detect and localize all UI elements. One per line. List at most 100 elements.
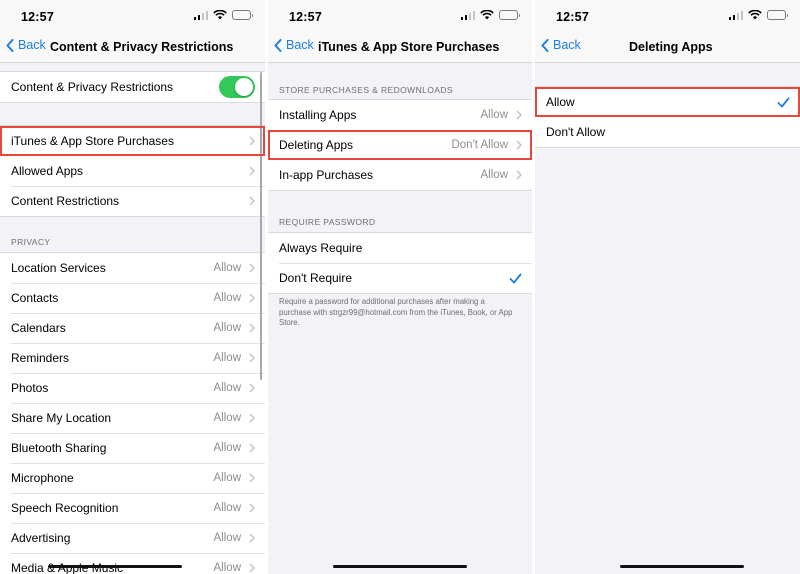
status-icons [193, 10, 253, 20]
options-group: Allow Don't Allow [535, 86, 800, 148]
row-value: Allow [213, 292, 241, 304]
chevron-right-icon [249, 533, 255, 543]
row-bluetooth-sharing[interactable]: Bluetooth Sharing Allow [0, 433, 265, 463]
home-indicator[interactable] [333, 565, 467, 568]
status-icons [728, 10, 788, 20]
chevron-left-icon [274, 38, 282, 52]
row-value: Don't Allow [451, 139, 508, 151]
status-icons [460, 10, 520, 20]
row-reminders[interactable]: Reminders Allow [0, 343, 265, 373]
wifi-icon [480, 10, 494, 20]
row-installing-apps[interactable]: Installing Apps Allow [268, 100, 532, 130]
row-photos[interactable]: Photos Allow [0, 373, 265, 403]
row-label: Photos [11, 381, 49, 395]
battery-icon [232, 10, 253, 20]
row-value: Allow [213, 472, 241, 484]
row-label: Calendars [11, 321, 66, 335]
row-label: Installing Apps [279, 108, 357, 122]
password-footer-note: Require a password for additional purcha… [279, 297, 513, 327]
row-label: Don't Require [279, 271, 352, 285]
status-bar: 12:57 [0, 0, 265, 30]
battery-icon [499, 10, 520, 20]
row-label: Bluetooth Sharing [11, 441, 107, 455]
chevron-right-icon [249, 563, 255, 573]
page-title: iTunes & App Store Purchases [318, 40, 500, 54]
row-calendars[interactable]: Calendars Allow [0, 313, 265, 343]
page-title: Content & Privacy Restrictions [50, 40, 234, 54]
store-group: Installing Apps Allow Deleting Apps Don't … [268, 99, 532, 191]
wifi-icon [748, 10, 762, 20]
row-content-restrictions[interactable]: Content Restrictions [0, 186, 265, 216]
page-title: Deleting Apps [629, 40, 713, 54]
row-value: Allow [480, 109, 508, 121]
row-share-my-location[interactable]: Share My Location Allow [0, 403, 265, 433]
row-value: Allow [213, 442, 241, 454]
chevron-right-icon [249, 503, 255, 513]
nav-bar: Back iTunes & App Store Purchases [268, 30, 532, 63]
restrictions-group: iTunes & App Store Purchases Allowed App… [0, 125, 265, 217]
chevron-left-icon [541, 38, 549, 52]
wifi-icon [213, 10, 227, 20]
chevron-right-icon [249, 196, 255, 206]
chevron-right-icon [249, 473, 255, 483]
row-label: Allow [546, 95, 575, 109]
option-allow[interactable]: Allow [535, 87, 800, 117]
row-value: Allow [213, 322, 241, 334]
row-label: iTunes & App Store Purchases [11, 134, 174, 148]
chevron-right-icon [249, 443, 255, 453]
content-privacy-toggle[interactable] [219, 76, 255, 98]
status-bar: 12:57 [535, 0, 800, 30]
row-media-apple-music[interactable]: Media & Apple MusicAllow [0, 553, 265, 574]
password-group: Always Require Don't Require [268, 232, 532, 294]
row-label: In-app Purchases [279, 168, 374, 182]
row-deleting-apps[interactable]: Deleting Apps Don't Allow [268, 130, 532, 160]
chevron-right-icon [249, 353, 255, 363]
chevron-right-icon [249, 166, 255, 176]
chevron-right-icon [516, 110, 522, 120]
row-value: Allow [213, 262, 241, 274]
row-microphone[interactable]: Microphone Allow [0, 463, 265, 493]
home-indicator[interactable] [48, 565, 182, 568]
scroll-indicator[interactable] [259, 72, 262, 380]
option-dont-allow[interactable]: Don't Allow [535, 117, 800, 147]
row-label: Advertising [11, 531, 71, 545]
back-button[interactable]: Back [274, 38, 314, 52]
status-time: 12:57 [289, 10, 322, 24]
screen-content-privacy: 12:57 Back Content & Privacy Restriction… [0, 0, 265, 574]
row-value: Allow [213, 562, 241, 574]
row-value: Allow [213, 412, 241, 424]
row-value: Allow [480, 169, 508, 181]
row-contacts[interactable]: Contacts Allow [0, 283, 265, 313]
row-value: Allow [213, 502, 241, 514]
status-time: 12:57 [21, 10, 54, 24]
checkmark-icon [509, 273, 522, 284]
row-itunes-app-store[interactable]: iTunes & App Store Purchases [0, 126, 265, 156]
row-dont-require[interactable]: Don't Require [268, 263, 532, 293]
back-button[interactable]: Back [541, 38, 581, 52]
store-section-header: STORE PURCHASES & REDOWNLOADS [279, 85, 453, 95]
chevron-right-icon [516, 170, 522, 180]
row-value: Allow [213, 532, 241, 544]
row-allowed-apps[interactable]: Allowed Apps [0, 156, 265, 186]
back-button[interactable]: Back [6, 38, 46, 52]
row-speech-recognition[interactable]: Speech Recognition Allow [0, 493, 265, 523]
row-advertising[interactable]: Advertising Allow [0, 523, 265, 553]
row-value: Allow [213, 382, 241, 394]
screen-itunes-purchases: 12:57 Back iTunes & App Store Purchases … [268, 0, 532, 574]
row-label: Speech Recognition [11, 501, 119, 515]
row-location-services[interactable]: Location Services Allow [0, 253, 265, 283]
chevron-right-icon [516, 140, 522, 150]
row-always-require[interactable]: Always Require [268, 233, 532, 263]
back-label: Back [553, 38, 581, 52]
toggle-row-label: Content & Privacy Restrictions [11, 80, 174, 94]
nav-bar: Back Content & Privacy Restrictions [0, 30, 265, 63]
cellular-signal-icon [460, 10, 475, 20]
row-value: Allow [213, 352, 241, 364]
password-section-header: REQUIRE PASSWORD [279, 217, 376, 227]
screen-deleting-apps: 12:57 Back Deleting Apps Allow Don't All… [535, 0, 800, 574]
row-in-app-purchases[interactable]: In-app Purchases Allow [268, 160, 532, 190]
row-label: Allowed Apps [11, 164, 84, 178]
toggle-group: Content & Privacy Restrictions [0, 71, 265, 103]
row-label: Location Services [11, 261, 106, 275]
home-indicator[interactable] [620, 565, 744, 568]
